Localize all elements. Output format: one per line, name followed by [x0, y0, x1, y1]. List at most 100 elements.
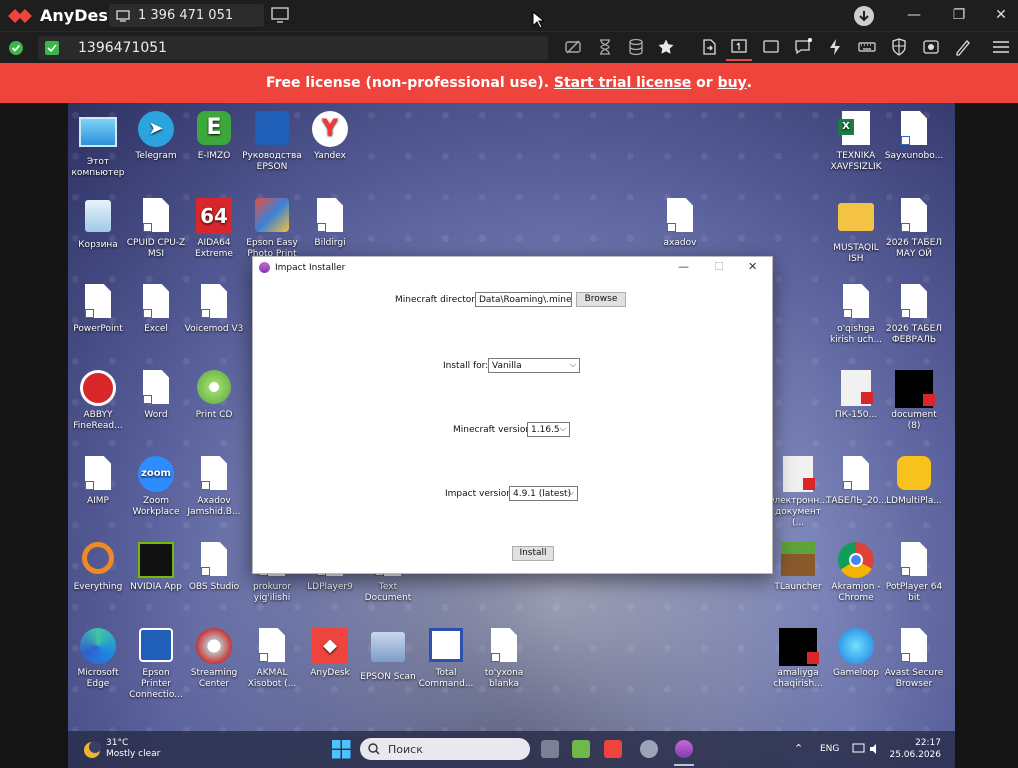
desktop-icon[interactable]: ABBYY FineRead...	[68, 370, 128, 432]
restore-icon[interactable]: ❐	[949, 5, 969, 25]
minimize-icon[interactable]: —	[904, 5, 924, 25]
desktop-icon[interactable]: Total Command...	[416, 628, 476, 690]
minecraft-version-value: 1.16.5	[531, 425, 560, 435]
session-tab[interactable]: 1 396 471 051	[109, 4, 264, 27]
desktop-icon[interactable]: to'yxona blanka	[474, 628, 534, 690]
install-for-select[interactable]: Vanilla ⌵	[488, 358, 580, 373]
desktop-icon[interactable]: Axadov Jamshid.B...	[184, 456, 244, 518]
desktop-icon-label: Word	[144, 410, 168, 420]
install-button[interactable]: Install	[512, 546, 554, 561]
desktop-icon[interactable]: ➤ Telegram	[126, 111, 186, 162]
file-transfer-icon[interactable]	[700, 38, 718, 56]
desktop-icon[interactable]: Epson Printer Connectio...	[126, 628, 186, 701]
desktop-icon[interactable]: X TEXNIKA XAVFSIZLIK	[826, 111, 886, 173]
desktop-icon[interactable]: 64 AIDA64 Extreme	[184, 198, 244, 260]
desktop-icon[interactable]: ПК-150...	[826, 370, 886, 421]
window-mode-icon[interactable]	[762, 38, 780, 56]
impact-taskbar-icon[interactable]	[675, 740, 693, 758]
desktop-icon[interactable]: o'qishga kirish uch...	[826, 284, 886, 346]
desktop-icon[interactable]: Y Yandex	[300, 111, 360, 162]
desktop-icon[interactable]: axadov	[650, 198, 710, 249]
file-icon	[311, 198, 349, 236]
desktop-icon[interactable]: E E-IMZO	[184, 111, 244, 162]
desktop-icon[interactable]: amaliyga chaqirish...	[768, 628, 828, 690]
impact-installer-window[interactable]: Impact Installer — ☐ ✕ Minecraft directo…	[252, 256, 773, 574]
desktop-icon[interactable]: Voicemod V3	[184, 284, 244, 335]
download-icon[interactable]	[854, 6, 874, 26]
desktop-icon[interactable]: AIMP	[68, 456, 128, 507]
desktop-icon[interactable]: Avast Secure Browser	[884, 628, 944, 690]
desktop-icon[interactable]: document (8)	[884, 370, 944, 432]
actions-lightning-icon[interactable]	[826, 38, 844, 56]
new-session-icon[interactable]	[270, 6, 292, 24]
database-icon[interactable]	[627, 38, 645, 56]
desktop-icon[interactable]: Microsoft Edge	[68, 628, 128, 690]
minecraft-directory-input[interactable]: Data\Roaming\.minecraft	[475, 292, 572, 307]
desktop-icon[interactable]: PowerPoint	[68, 284, 128, 335]
whiteboard-pen-icon[interactable]	[954, 38, 972, 56]
task-view-icon[interactable]	[541, 740, 559, 758]
hide-screen-icon[interactable]	[564, 38, 582, 56]
impact-version-select[interactable]: 4.9.1 (latest) ⌵	[509, 486, 578, 501]
desktop-icon[interactable]: Корзина	[68, 198, 128, 251]
desktop-icon[interactable]: NVIDIA App	[126, 542, 186, 593]
desktop-icon[interactable]: zoom Zoom Workplace	[126, 456, 186, 518]
desktop-icon[interactable]: Everything	[68, 542, 128, 593]
desktop-icon[interactable]: Epson Easy Photo Print	[242, 198, 302, 260]
record-icon[interactable]	[922, 38, 940, 56]
language-indicator[interactable]: ENG	[820, 744, 839, 754]
file-icon	[837, 284, 875, 322]
desktop-icon[interactable]: AKMAL Xisobot (...	[242, 628, 302, 690]
browse-button[interactable]: Browse	[576, 292, 626, 307]
anydesk-taskbar-icon[interactable]	[604, 740, 622, 758]
minecraft-version-select[interactable]: 1.16.5 ⌵	[527, 422, 570, 437]
desktop-icon[interactable]: Gameloop	[826, 628, 886, 679]
desktop-icon[interactable]: 2026 ТАБЕЛ МАY ОЙ	[884, 198, 944, 260]
hourglass-icon[interactable]	[596, 38, 614, 56]
desktop-icon[interactable]: OBS Studio	[184, 542, 244, 593]
installer-close-icon[interactable]: ✕	[748, 260, 757, 273]
buy-link[interactable]: buy	[718, 75, 747, 91]
desktop-icon[interactable]: Word	[126, 370, 186, 421]
minecraft-launcher-icon[interactable]	[572, 740, 590, 758]
desktop-icon[interactable]: ТАБЕЛЬ_20...	[826, 456, 887, 507]
desktop-icon[interactable]: 2026 ТАБЕЛ ФЕВРАЛЬ	[884, 284, 944, 346]
desktop-icon[interactable]: Streaming Center	[184, 628, 244, 690]
gameloop-icon	[837, 628, 875, 666]
close-icon[interactable]: ✕	[991, 5, 1011, 25]
desktop-icon[interactable]: Руководства EPSON	[242, 111, 302, 173]
remote-address-input[interactable]: 1396471051	[38, 36, 548, 60]
desktop-icon[interactable]: MUSTAQIL ISH	[826, 198, 886, 265]
desktop-icon[interactable]: CPUID CPU-Z MSI	[126, 198, 186, 260]
monitor-icon	[116, 9, 130, 22]
installer-minimize-icon[interactable]: —	[678, 260, 689, 273]
menu-hamburger-icon[interactable]	[992, 38, 1010, 56]
display-one-icon[interactable]	[730, 38, 748, 56]
permissions-shield-icon[interactable]	[890, 38, 908, 56]
tray-chevron-up-icon[interactable]: ⌃	[794, 742, 803, 755]
network-volume-icon[interactable]	[852, 742, 882, 756]
desktop-icon[interactable]: Электронн... документ (...	[768, 456, 828, 529]
weather-widget[interactable]: 31°C Mostly clear	[106, 738, 160, 760]
desktop-icon[interactable]: PotPlayer 64 bit	[884, 542, 944, 604]
desktop-icon[interactable]: LDMultiPla...	[884, 456, 944, 507]
windows-start-icon[interactable]	[332, 740, 351, 759]
settings-gear-icon[interactable]	[640, 740, 658, 758]
desktop-icon[interactable]: Sayxunobo...	[884, 111, 944, 162]
desktop-icon[interactable]: TLauncher	[768, 542, 828, 593]
taskbar-clock[interactable]: 22:17 25.06.2026	[889, 737, 941, 761]
desktop-icon[interactable]: Excel	[126, 284, 186, 335]
printcd-icon	[195, 370, 233, 408]
desktop-icon[interactable]: Print CD	[184, 370, 244, 421]
desktop-icon[interactable]: ◆ AnyDesk	[300, 628, 360, 679]
chat-icon[interactable]	[794, 38, 812, 56]
keyboard-icon[interactable]	[858, 38, 876, 56]
taskbar-search-input[interactable]: Поиск	[360, 738, 530, 760]
desktop-icon[interactable]: EPSON Scan	[358, 628, 418, 683]
desktop-icon[interactable]: Akramjon - Chrome	[826, 542, 886, 604]
favorite-star-icon[interactable]	[657, 38, 675, 56]
desktop-icon[interactable]: Bildirgi	[300, 198, 360, 249]
desktop-icon[interactable]: Этот компьютер	[68, 111, 128, 179]
start-trial-link[interactable]: Start trial license	[554, 75, 691, 91]
installer-titlebar[interactable]: Impact Installer — ☐ ✕	[253, 257, 772, 279]
